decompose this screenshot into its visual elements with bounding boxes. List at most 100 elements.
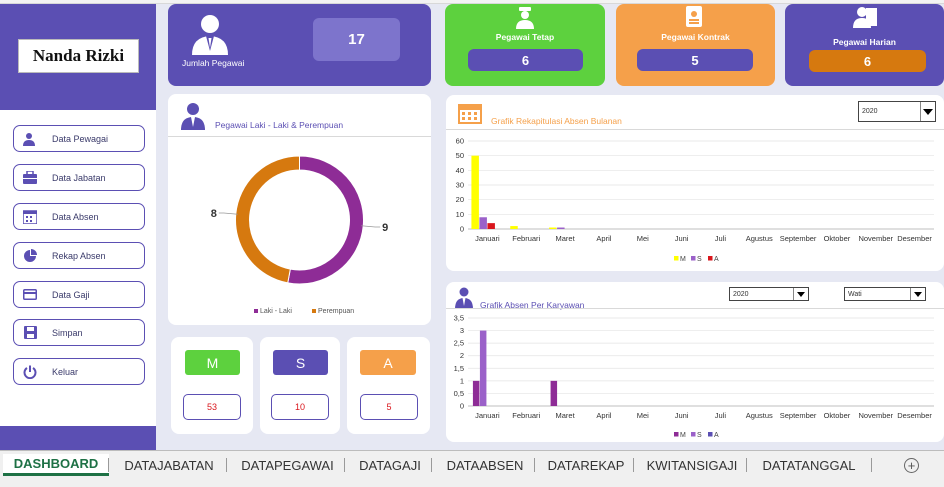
sidebar-header: Nanda Rizki [0, 4, 156, 110]
y-tick-label: 0 [460, 402, 464, 411]
y-tick-label: 3 [460, 326, 464, 335]
menu-data-pewagai-button[interactable]: Data Pewagai [13, 125, 145, 152]
attendance-m-label: M [185, 350, 240, 375]
bar-m-februari [510, 226, 518, 229]
save-icon [23, 326, 37, 340]
x-tick-label: Mei [637, 411, 649, 420]
legend-swatch [708, 256, 713, 261]
attendance-m-card: M 53 [171, 337, 253, 434]
menu-label: Data Gaji [52, 289, 90, 300]
y-tick-label: 0,5 [454, 389, 464, 398]
x-tick-label: Juli [715, 234, 727, 243]
legend-swatch [691, 432, 696, 437]
y-tick-label: 50 [456, 151, 464, 160]
employee-year-select[interactable]: 2020 [729, 287, 809, 301]
kpi-kontrak-value: 5 [637, 49, 753, 71]
worker-icon [516, 7, 534, 29]
kpi-harian-label: Pegawai Harian [833, 37, 896, 47]
user-icon [23, 132, 37, 146]
employee-year-value: 2020 [733, 290, 749, 298]
x-tick-label: Juli [715, 411, 727, 420]
kpi-tetap-label: Pegawai Tetap [495, 32, 555, 42]
donut-leader-line [361, 225, 381, 228]
menu-label: Rekap Absen [52, 250, 106, 261]
sheet-tab-datapegawai[interactable]: DATAPEGAWAI [229, 454, 346, 476]
x-tick-label: Oktober [824, 411, 851, 420]
y-tick-label: 60 [456, 137, 464, 146]
legend-swatch [674, 256, 679, 261]
y-tick-label: 2,5 [454, 339, 464, 348]
x-tick-label: Oktober [824, 234, 851, 243]
y-tick-label: 10 [456, 210, 464, 219]
employee-bar-chart: 0 0,5 1 1,5 2 2,5 3 3,5 Januari Februari Maret Apri… [454, 314, 934, 439]
tab-separator [746, 458, 747, 472]
tab-separator [534, 458, 535, 472]
gender-donut-chart: 9 8 Laki - Laki Perempuan [211, 155, 388, 315]
chevron-down-icon[interactable] [793, 288, 808, 300]
donut-slice-perempuan [235, 155, 300, 284]
sheet-tab-dashboard[interactable]: DASHBOARD [3, 454, 109, 476]
panel-divider [168, 136, 431, 137]
x-tick-label: Februari [512, 234, 540, 243]
user-document-icon [853, 7, 877, 28]
monthly-year-select[interactable]: 2020 [858, 101, 936, 122]
gender-panel: Pegawai Laki - Laki & Perempuan 9 8 Laki -… [168, 94, 431, 325]
menu-keluar-button[interactable]: Keluar [13, 358, 145, 385]
legend-swatch [708, 432, 713, 437]
power-icon [23, 365, 37, 379]
tab-separator [344, 458, 345, 472]
employee-name-select[interactable]: Wati [844, 287, 926, 301]
sheet-tab-datarekap[interactable]: DATAREKAP [537, 454, 635, 476]
kpi-harian-value: 6 [809, 50, 926, 72]
x-tick-label: Mei [637, 234, 649, 243]
sheet-tab-dataabsen[interactable]: DATAABSEN [434, 454, 536, 476]
menu-label: Data Absen [52, 211, 99, 222]
chevron-down-icon[interactable] [910, 288, 925, 300]
x-tick-label: Juni [675, 234, 689, 243]
tab-separator [108, 458, 109, 472]
sidebar-footer [0, 426, 156, 450]
chevron-down-icon[interactable] [920, 102, 935, 121]
kpi-harian-card: Pegawai Harian 6 [785, 4, 944, 86]
x-tick-label: Maret [555, 234, 575, 243]
x-tick-label: April [596, 234, 611, 243]
menu-data-jabatan-button[interactable]: Data Jabatan [13, 164, 145, 191]
donut-data-label: 9 [382, 222, 388, 234]
employee-icon [192, 15, 228, 55]
y-tick-label: 20 [456, 195, 464, 204]
kpi-total-value: 17 [313, 18, 400, 61]
sheet-tab-datatanggal[interactable]: DATATANGGAL [749, 454, 869, 476]
bar-m-maret [550, 380, 558, 406]
menu-simpan-button[interactable]: Simpan [13, 319, 145, 346]
gender-panel-title: Pegawai Laki - Laki & Perempuan [215, 120, 344, 130]
attendance-a-label: A [360, 350, 416, 375]
legend-swatch [254, 309, 258, 313]
legend-label: Laki - Laki [260, 308, 292, 315]
menu-rekap-absen-button[interactable]: Rekap Absen [13, 242, 145, 269]
x-tick-label: Desember [897, 234, 932, 243]
x-tick-label: Maret [555, 411, 575, 420]
tab-separator [633, 458, 634, 472]
attendance-m-value: 53 [183, 394, 241, 420]
menu-data-absen-button[interactable]: Data Absen [13, 203, 145, 230]
legend-label: S [697, 256, 702, 263]
attendance-s-card: S 10 [260, 337, 340, 434]
sheet-tab-datajabatan[interactable]: DATAJABATAN [111, 454, 227, 476]
donut-data-label: 8 [211, 208, 217, 220]
add-sheet-icon[interactable]: + [904, 458, 919, 473]
legend-swatch [312, 309, 316, 313]
x-tick-label: April [596, 411, 611, 420]
sheet-tab-datagaji[interactable]: DATAGAJI [347, 454, 433, 476]
x-tick-label: Agustus [746, 411, 773, 420]
menu-data-gaji-button[interactable]: Data Gaji [13, 281, 145, 308]
sheet-tab-kwitansigaji[interactable]: KWITANSIGAJI [636, 454, 748, 476]
legend-label: M [680, 256, 686, 263]
calendar-icon [23, 209, 37, 224]
panel-divider [446, 308, 944, 309]
calendar-icon [458, 104, 482, 124]
menu-label: Keluar [52, 366, 79, 377]
tab-separator [226, 458, 227, 472]
x-tick-label: Desember [897, 411, 932, 420]
bar-a-januari [487, 223, 495, 229]
bar-m-januari [471, 155, 479, 229]
